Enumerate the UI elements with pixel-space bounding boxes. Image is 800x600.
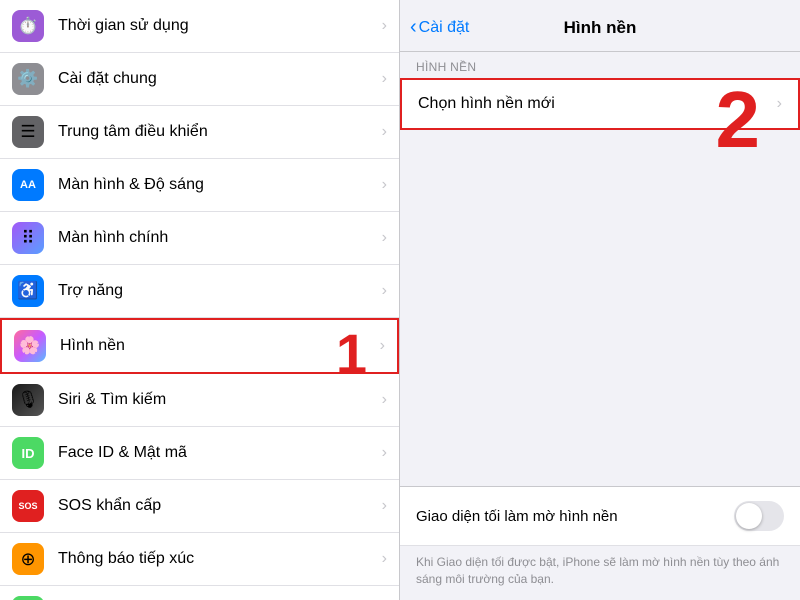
tro-nang-icon: ♿ [12, 275, 44, 307]
chevron-right-icon: › [382, 391, 387, 409]
settings-item-cai-dat-chung[interactable]: ⚙️ Cài đặt chung › [0, 53, 399, 106]
man-hinh-do-sang-icon: AA [12, 169, 44, 201]
back-button[interactable]: ‹ Cài đặt [410, 16, 469, 39]
settings-item-hinh-nen[interactable]: 🌸Hình nền›1 [0, 318, 399, 374]
sos-icon: SOS [12, 490, 44, 522]
chevron-left-icon: ‹ [410, 16, 417, 39]
siri-icon: 🎙 [12, 384, 44, 416]
settings-item-label: Trợ năng [58, 282, 376, 300]
settings-item-label: Thời gian sử dụng [58, 17, 376, 35]
settings-item-sos[interactable]: SOS SOS khẩn cấp › [0, 480, 399, 533]
settings-item-label: Siri & Tìm kiếm [58, 391, 376, 409]
chevron-right-icon: › [382, 444, 387, 462]
pin-icon: 🔋 [12, 596, 44, 600]
trung-tam-icon: ☰ [12, 116, 44, 148]
chevron-right-icon: › [382, 497, 387, 515]
settings-item-man-hinh-do-sang[interactable]: AA Màn hình & Độ sáng › [0, 159, 399, 212]
right-header: ‹ Cài đặt Hình nền [400, 0, 800, 52]
bottom-section: Giao diện tối làm mờ hình nền Khi Giao d… [400, 486, 800, 600]
back-label: Cài đặt [419, 19, 470, 37]
section-header: HÌNH NỀN [400, 52, 800, 78]
chevron-right-icon: › [777, 95, 782, 113]
chevron-right-icon: › [382, 282, 387, 300]
chevron-right-icon: › [382, 550, 387, 568]
toggle-description: Khi Giao diện tối được bật, iPhone sẽ là… [400, 546, 800, 600]
toggle-label: Giao diện tối làm mờ hình nền [416, 508, 734, 525]
settings-item-label: Màn hình & Độ sáng [58, 176, 376, 194]
settings-item-label: Màn hình chính [58, 229, 376, 247]
settings-item-face-id[interactable]: ID Face ID & Mật mã › [0, 427, 399, 480]
settings-item-thoi-gian[interactable]: ⏱️ Thời gian sử dụng › [0, 0, 399, 53]
settings-item-pin[interactable]: 🔋Pin› [0, 586, 399, 600]
hinh-nen-icon: 🌸 [14, 330, 46, 362]
chevron-right-icon: › [382, 17, 387, 35]
settings-item-label: Trung tâm điều khiển [58, 123, 376, 141]
settings-item-label: Thông báo tiếp xúc [58, 550, 376, 568]
settings-list: ⏱️ Thời gian sử dụng › ⚙️ Cài đặt chung › ☰ Tru… [0, 0, 399, 600]
page-title: Hình nền [564, 18, 637, 38]
man-hinh-chinh-icon: ⠿ [12, 222, 44, 254]
toggle-knob [736, 503, 762, 529]
left-panel: ⏱️ Thời gian sử dụng › ⚙️ Cài đặt chung › ☰ Tru… [0, 0, 400, 600]
wallpaper-item-label: Chọn hình nền mới [418, 95, 777, 113]
settings-item-trung-tam[interactable]: ☰ Trung tâm điều khiển › [0, 106, 399, 159]
settings-item-siri[interactable]: 🎙 Siri & Tìm kiếm › [0, 374, 399, 427]
settings-item-man-hinh-chinh[interactable]: ⠿ Màn hình chính › [0, 212, 399, 265]
settings-item-label: SOS khẩn cấp [58, 497, 376, 515]
chevron-right-icon: › [382, 176, 387, 194]
wallpaper-item-new[interactable]: Chọn hình nền mới › [400, 78, 800, 130]
cai-dat-chung-icon: ⚙️ [12, 63, 44, 95]
settings-item-label: Hình nền [60, 337, 374, 355]
wallpaper-list: Chọn hình nền mới › [400, 78, 800, 130]
settings-item-label: Cài đặt chung [58, 70, 376, 88]
face-id-icon: ID [12, 437, 44, 469]
settings-item-thong-bao[interactable]: ⊕ Thông báo tiếp xúc › [0, 533, 399, 586]
dark-blur-toggle[interactable] [734, 501, 784, 531]
chevron-right-icon: › [382, 70, 387, 88]
thong-bao-icon: ⊕ [12, 543, 44, 575]
settings-item-tro-nang[interactable]: ♿ Trợ năng › [0, 265, 399, 318]
chevron-right-icon: › [382, 123, 387, 141]
right-panel: ‹ Cài đặt Hình nền HÌNH NỀN Chọn hình nề… [400, 0, 800, 600]
toggle-row: Giao diện tối làm mờ hình nền [400, 487, 800, 546]
thoi-gian-icon: ⏱️ [12, 10, 44, 42]
chevron-right-icon: › [382, 229, 387, 247]
chevron-right-icon: › [380, 337, 385, 355]
settings-item-label: Face ID & Mật mã [58, 444, 376, 462]
